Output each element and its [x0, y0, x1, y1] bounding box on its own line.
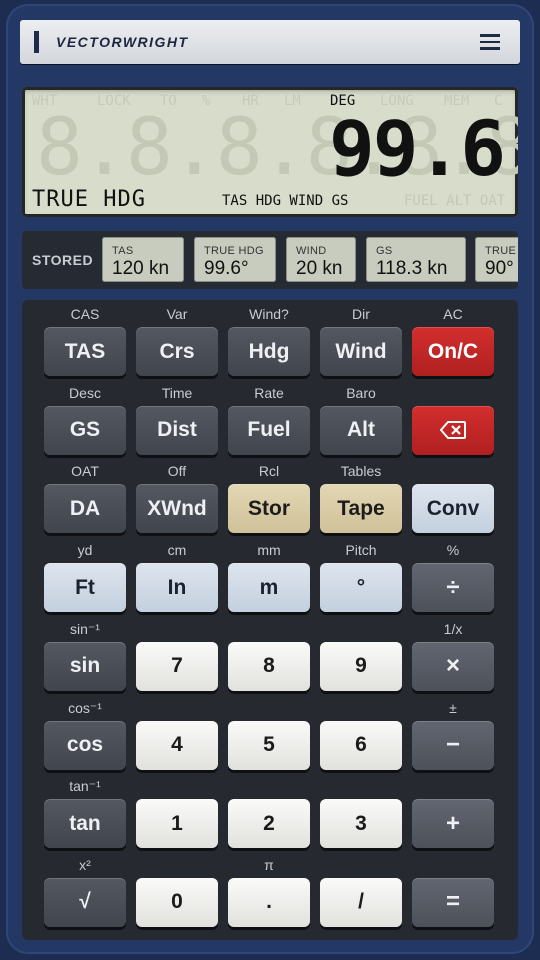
stored-chip-title: TAS — [112, 245, 134, 257]
key-fuel[interactable]: Fuel — [228, 405, 310, 455]
key-secondary-label: Wind? — [249, 306, 289, 322]
key-secondary-label: CAS — [70, 306, 100, 322]
key-8[interactable]: 8 — [228, 641, 310, 691]
stored-label: STORED — [32, 252, 94, 268]
key-secondary-label: ± — [449, 699, 457, 716]
key-degree[interactable]: ° — [320, 563, 402, 613]
key-2[interactable]: 2 — [228, 799, 310, 849]
key-tape[interactable]: Tape — [320, 484, 402, 534]
key-4[interactable]: 4 — [136, 720, 218, 770]
key-slash[interactable]: / — [320, 877, 402, 927]
stored-chip-title: GS — [376, 245, 393, 257]
key-secondary-label: Baro — [346, 384, 376, 401]
stored-chip-value: 99.6° — [204, 258, 249, 279]
stored-chip-wind[interactable]: WIND 20 kn — [286, 237, 356, 282]
key-secondary-label: x² — [79, 856, 91, 873]
key-sqrt[interactable]: √ — [44, 877, 126, 927]
key-secondary-label: % — [446, 542, 460, 559]
key-secondary-label: 1/x — [443, 620, 463, 637]
key-secondary-label: OAT — [71, 463, 99, 480]
lcd-ghost-keys: FUEL ALT OAT — [404, 193, 506, 209]
key-1[interactable]: 1 — [136, 799, 218, 849]
key-decimal[interactable]: . — [228, 877, 310, 927]
key-gs[interactable]: GS — [44, 405, 126, 455]
key-secondary-label: π — [264, 856, 274, 873]
key-secondary-label: cos⁻¹ — [68, 699, 102, 716]
lcd-display: WHTLOCKTO%HRLMDEGLONGMEMC 8.8.8.8.8.8.8.… — [22, 87, 518, 217]
key-secondary-label: Rcl — [258, 463, 280, 480]
key-cos[interactable]: cos — [44, 720, 126, 770]
key-secondary-label: Desc — [69, 384, 101, 401]
key-secondary-label: tan⁻¹ — [69, 778, 101, 795]
key-in[interactable]: In — [136, 563, 218, 613]
stored-chip-gs[interactable]: GS 118.3 kn — [366, 237, 466, 282]
key-equals[interactable]: = — [412, 877, 494, 927]
key-dist[interactable]: Dist — [136, 405, 218, 455]
key-divide[interactable]: ÷ — [412, 563, 494, 613]
lcd-stored-keys: TAS HDG WIND GS — [222, 193, 349, 209]
key-hdg[interactable]: Hdg — [228, 327, 310, 376]
key-multiply[interactable]: × — [412, 641, 494, 691]
stored-chip-title: TRUE HDG — [204, 245, 264, 257]
key-m[interactable]: m — [228, 563, 310, 613]
brand-bar: VECTORWRIGHT — [20, 20, 520, 64]
key-0[interactable]: 0 — [136, 877, 218, 927]
keypad: CAS TAS Var Crs Wind? Hdg Dir Wind AC On/C Desc GS T… — [22, 300, 518, 940]
key-secondary-label: Var — [166, 306, 188, 322]
key-secondary-label: AC — [443, 306, 463, 322]
key-secondary-label: Time — [161, 384, 193, 401]
key-secondary-label: Tables — [340, 463, 382, 480]
key-da[interactable]: DA — [44, 484, 126, 534]
key-secondary-label: Off — [167, 463, 187, 480]
key-plus[interactable]: + — [412, 799, 494, 849]
key-3[interactable]: 3 — [320, 799, 402, 849]
key-stor[interactable]: Stor — [228, 484, 310, 534]
key-alt[interactable]: Alt — [320, 405, 402, 455]
key-wind[interactable]: Wind — [320, 327, 402, 376]
key-ft[interactable]: Ft — [44, 563, 126, 613]
key-secondary-label: sin⁻¹ — [70, 620, 100, 637]
key-crs[interactable]: Crs — [136, 327, 218, 376]
stored-values-strip: STORED TAS 120 kn TRUE HDG 99.6° WIND 20 kn GS… — [22, 231, 518, 289]
stored-chip-true[interactable]: TRUE 90° — [475, 237, 518, 282]
stored-chip-true-hdg[interactable]: TRUE HDG 99.6° — [194, 237, 276, 282]
stored-chip-title: WIND — [296, 245, 327, 257]
stored-chip-value: 120 kn — [112, 258, 170, 279]
lcd-mode-label: TRUE HDG — [32, 187, 146, 212]
hamburger-menu-icon[interactable] — [480, 34, 500, 50]
key-secondary-label: yd — [77, 542, 93, 559]
key-secondary-label: cm — [167, 542, 187, 559]
key-secondary-label: Rate — [254, 384, 284, 401]
key-xwnd[interactable]: XWnd — [136, 484, 218, 534]
stored-chip-value: 90° — [485, 258, 514, 279]
key-7[interactable]: 7 — [136, 641, 218, 691]
backspace-key[interactable] — [412, 405, 494, 455]
key-secondary-label: Dir — [352, 306, 370, 322]
key-tan[interactable]: tan — [44, 799, 126, 849]
lcd-value: 99.6 — [328, 104, 506, 193]
stored-chip-value: 20 kn — [296, 258, 343, 279]
key-5[interactable]: 5 — [228, 720, 310, 770]
brand-name: VECTORWRIGHT — [56, 34, 189, 50]
stored-chip-title: TRUE — [485, 245, 517, 257]
key-sin[interactable]: sin — [44, 641, 126, 691]
key-9[interactable]: 9 — [320, 641, 402, 691]
key-conv[interactable]: Conv — [412, 484, 494, 534]
key-onslashc[interactable]: On/C — [412, 327, 494, 376]
stored-chip-tas[interactable]: TAS 120 kn — [102, 237, 184, 282]
stored-chip-value: 118.3 kn — [376, 258, 448, 279]
key-secondary-label: Pitch — [345, 542, 377, 559]
brand-mark — [34, 31, 39, 53]
key-secondary-label: mm — [257, 542, 281, 559]
backspace-icon — [440, 421, 466, 440]
key-tas[interactable]: TAS — [44, 327, 126, 376]
key-6[interactable]: 6 — [320, 720, 402, 770]
key-minus[interactable]: − — [412, 720, 494, 770]
